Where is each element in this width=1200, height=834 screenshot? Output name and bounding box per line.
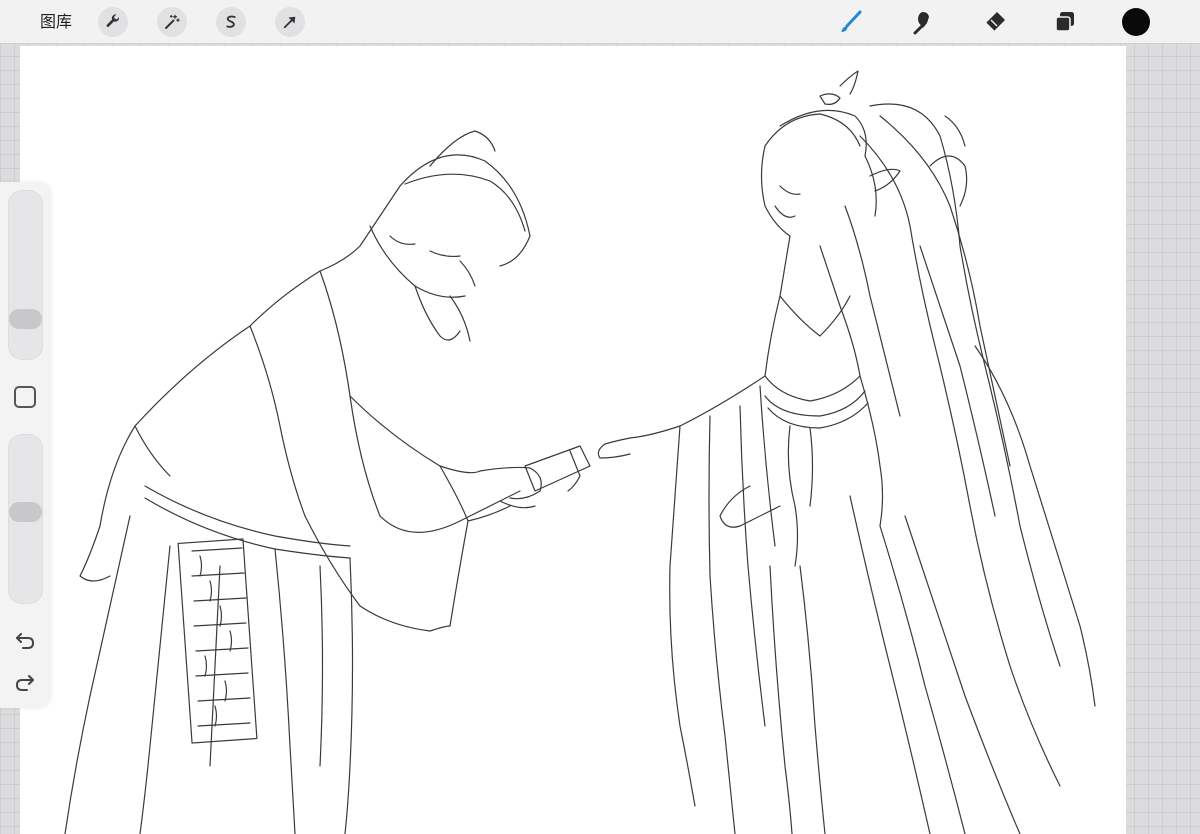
- selection-button[interactable]: [216, 7, 246, 37]
- smudge-icon: [913, 12, 929, 35]
- undo-icon: [16, 633, 35, 649]
- eraser-icon: [985, 12, 1005, 32]
- layers-icon: [1055, 12, 1074, 32]
- top-toolbar: 图库: [0, 0, 1200, 44]
- pencil-sketch: [64, 70, 1096, 834]
- workspace: 图库: [0, 0, 1200, 834]
- brush-size-slider[interactable]: [8, 190, 43, 360]
- actions-button[interactable]: [98, 7, 128, 37]
- opacity-slider[interactable]: [8, 434, 43, 604]
- color-picker-button[interactable]: [1122, 8, 1150, 36]
- drawing-canvas[interactable]: [20, 46, 1126, 834]
- brush-size-thumb[interactable]: [9, 308, 42, 329]
- transform-button[interactable]: [275, 7, 305, 37]
- gallery-button[interactable]: 图库: [40, 11, 72, 33]
- brush-icon: [841, 10, 862, 32]
- smudge-tool-button[interactable]: [907, 6, 939, 38]
- arrow-cursor-icon: [283, 16, 296, 29]
- left-sidebar: [0, 182, 51, 708]
- eraser-tool-button[interactable]: [979, 6, 1011, 38]
- layers-button[interactable]: [1049, 6, 1081, 38]
- modify-button[interactable]: [14, 386, 36, 408]
- wrench-icon: [106, 14, 119, 27]
- brush-tool-button[interactable]: [835, 6, 867, 38]
- undo-button[interactable]: [13, 628, 37, 652]
- selection-s-icon: [226, 15, 236, 28]
- adjustments-button[interactable]: [157, 7, 187, 37]
- redo-icon: [15, 675, 34, 691]
- redo-button[interactable]: [13, 670, 37, 694]
- opacity-thumb[interactable]: [9, 501, 42, 522]
- magic-wand-icon: [165, 14, 180, 29]
